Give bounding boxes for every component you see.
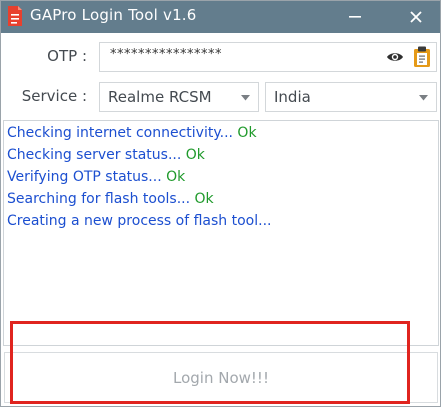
- log-line: Checking server status... Ok: [7, 147, 205, 163]
- login-button-label: Login Now!!!: [173, 369, 269, 387]
- log-line-text: Creating a new process of flash tool...: [7, 213, 272, 229]
- region-selected-value: India: [274, 88, 311, 106]
- log-line-status: Ok: [237, 125, 257, 141]
- app-icon: [8, 6, 22, 26]
- login-tool-window: GAPro Login Tool v1.6 OTP : ************…: [0, 0, 441, 407]
- log-line: Searching for flash tools... Ok: [7, 191, 214, 207]
- window-title: GAPro Login Tool v1.6: [30, 6, 197, 24]
- otp-label: OTP :: [47, 47, 87, 65]
- log-line-status: Ok: [185, 147, 205, 163]
- log-line: Creating a new process of flash tool...: [7, 213, 272, 229]
- title-bar[interactable]: GAPro Login Tool v1.6: [1, 1, 440, 33]
- close-icon: [410, 11, 422, 23]
- login-button[interactable]: Login Now!!!: [4, 352, 438, 403]
- log-line-text: Verifying OTP status...: [7, 169, 167, 185]
- log-line-status: Ok: [166, 169, 186, 185]
- clipboard-icon[interactable]: [413, 46, 431, 68]
- eye-icon[interactable]: [386, 50, 404, 64]
- minimize-button[interactable]: [331, 1, 379, 33]
- log-line: Checking internet connectivity... Ok: [7, 125, 257, 141]
- log-output[interactable]: Checking internet connectivity... Ok Che…: [3, 120, 439, 346]
- close-button[interactable]: [392, 1, 440, 33]
- log-line-text: Checking server status...: [7, 147, 186, 163]
- service-label: Service :: [21, 87, 87, 105]
- chevron-down-icon: [419, 95, 428, 101]
- region-dropdown[interactable]: India: [265, 82, 437, 112]
- log-line: Verifying OTP status... Ok: [7, 169, 185, 185]
- otp-value: ****************: [110, 47, 222, 62]
- service-selected-value: Realme RCSM: [108, 88, 212, 106]
- chevron-down-icon: [241, 95, 250, 101]
- log-line-status: Ok: [194, 191, 214, 207]
- minimize-icon: [349, 16, 361, 18]
- service-dropdown[interactable]: Realme RCSM: [99, 82, 259, 112]
- log-line-text: Searching for flash tools...: [7, 191, 195, 207]
- log-line-text: Checking internet connectivity...: [7, 125, 238, 141]
- otp-field[interactable]: ****************: [99, 42, 437, 72]
